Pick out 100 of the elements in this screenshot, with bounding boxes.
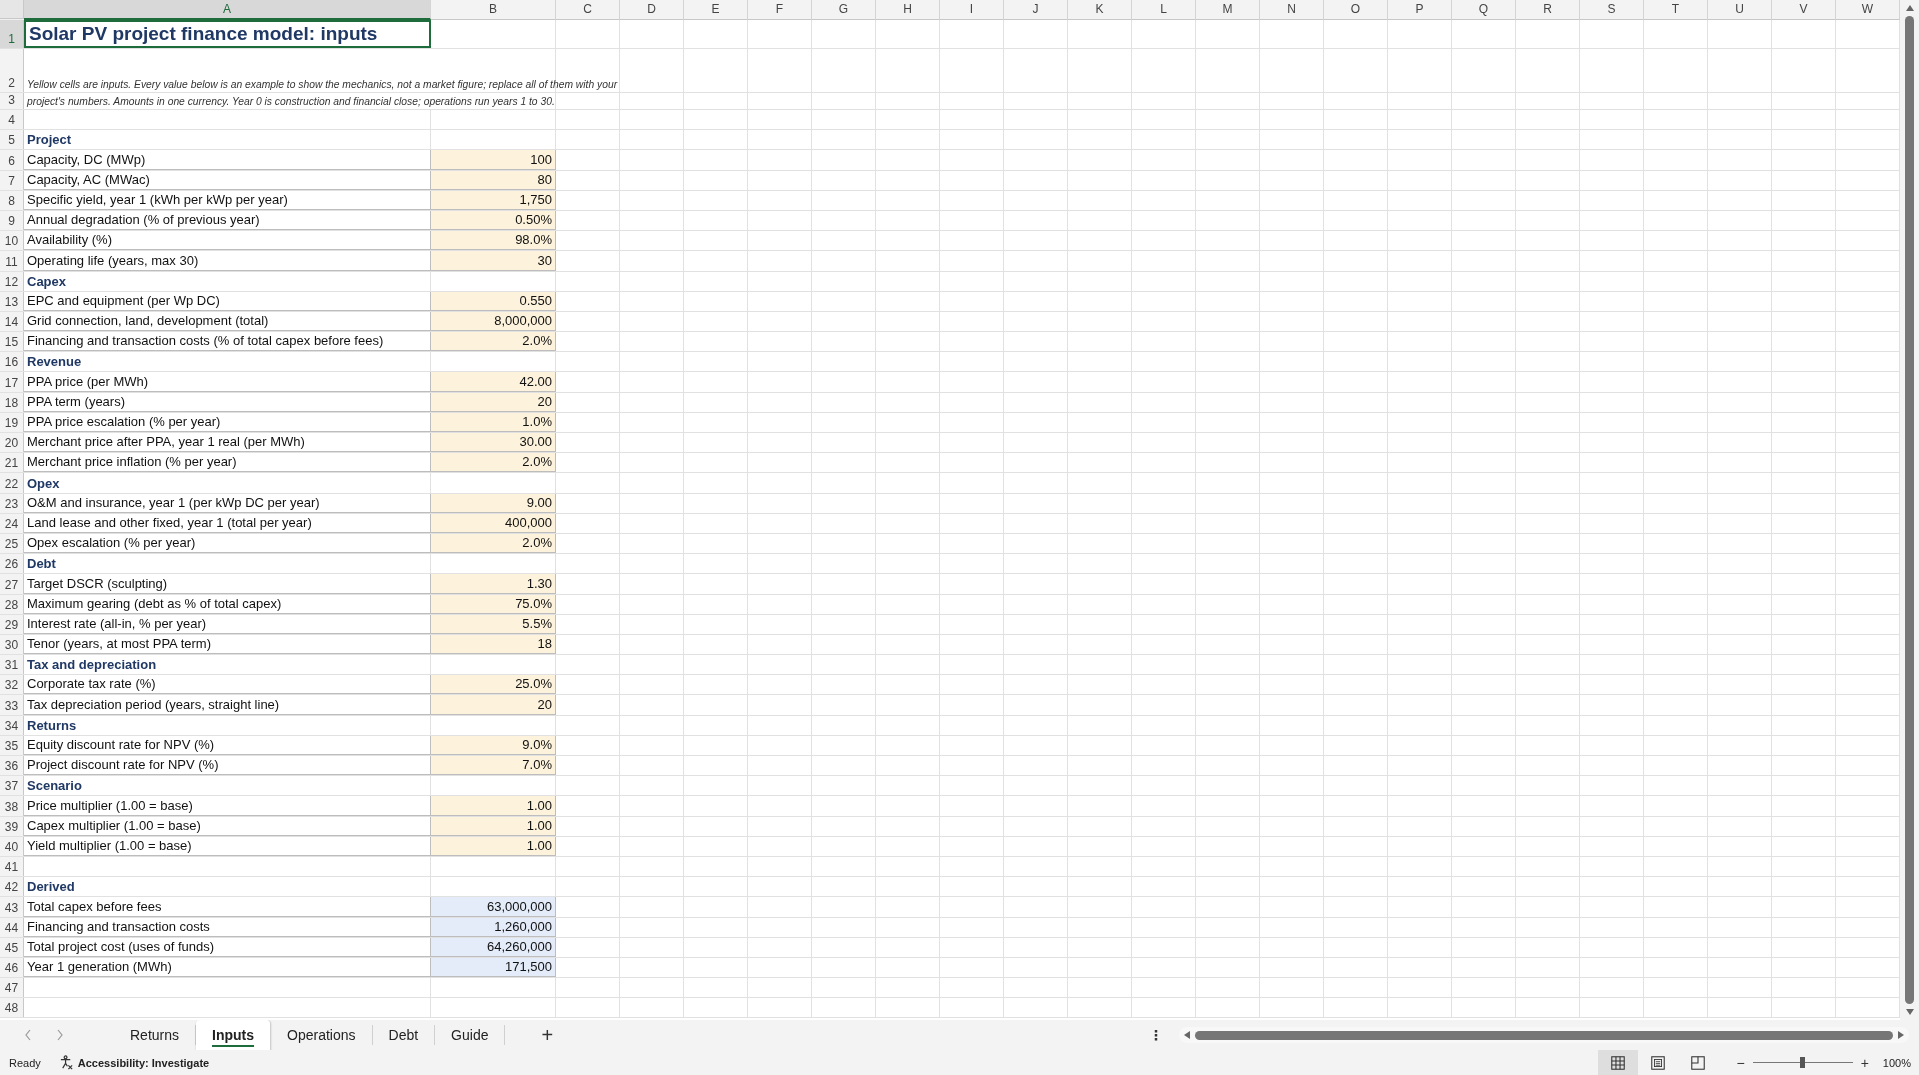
column-header[interactable]: E bbox=[684, 0, 748, 20]
row-header[interactable]: 40 bbox=[0, 836, 24, 856]
column-header[interactable]: F bbox=[748, 0, 812, 20]
input-cell[interactable]: 2.0% bbox=[431, 332, 556, 352]
row-header[interactable]: 2 bbox=[0, 49, 24, 92]
horizontal-scrollbar[interactable] bbox=[1179, 1027, 1909, 1043]
column-header[interactable]: J bbox=[1004, 0, 1068, 20]
column-header[interactable]: I bbox=[940, 0, 1004, 20]
row-header[interactable]: 33 bbox=[0, 695, 24, 715]
row-header[interactable]: 44 bbox=[0, 917, 24, 937]
input-cell[interactable]: 1.30 bbox=[431, 574, 556, 594]
column-header[interactable]: H bbox=[876, 0, 940, 20]
row-header[interactable]: 8 bbox=[0, 190, 24, 210]
row-header[interactable]: 20 bbox=[0, 433, 24, 453]
input-cell[interactable]: 25.0% bbox=[431, 675, 556, 695]
row-header[interactable]: 16 bbox=[0, 352, 24, 372]
row-header[interactable]: 6 bbox=[0, 150, 24, 170]
row-header[interactable]: 34 bbox=[0, 715, 24, 735]
column-header[interactable]: S bbox=[1580, 0, 1644, 20]
row-header[interactable]: 3 bbox=[0, 93, 24, 109]
row-header[interactable]: 31 bbox=[0, 655, 24, 675]
input-cell[interactable]: 100 bbox=[431, 150, 556, 170]
row-header[interactable]: 18 bbox=[0, 392, 24, 412]
add-sheet-button[interactable]: + bbox=[535, 1023, 560, 1047]
row-header[interactable]: 24 bbox=[0, 513, 24, 533]
sheet-tab[interactable]: Operations bbox=[271, 1025, 373, 1045]
row-header[interactable]: 15 bbox=[0, 332, 24, 352]
row-header[interactable]: 42 bbox=[0, 877, 24, 897]
column-header[interactable]: G bbox=[812, 0, 876, 20]
sheet-tab[interactable]: Debt bbox=[372, 1025, 436, 1045]
sheet-tab[interactable]: Inputs bbox=[196, 1020, 272, 1050]
column-header[interactable]: O bbox=[1324, 0, 1388, 20]
row-header[interactable]: 39 bbox=[0, 816, 24, 836]
row-header[interactable]: 27 bbox=[0, 574, 24, 594]
row-header[interactable]: 28 bbox=[0, 594, 24, 614]
row-header[interactable]: 11 bbox=[0, 251, 24, 271]
row-header[interactable]: 36 bbox=[0, 756, 24, 776]
row-header[interactable]: 29 bbox=[0, 614, 24, 634]
input-cell[interactable]: 2.0% bbox=[431, 453, 556, 473]
row-header[interactable]: 30 bbox=[0, 634, 24, 655]
row-header[interactable]: 4 bbox=[0, 110, 24, 130]
column-header[interactable]: P bbox=[1388, 0, 1452, 20]
column-header[interactable]: N bbox=[1260, 0, 1324, 20]
normal-view-button[interactable] bbox=[1598, 1050, 1639, 1075]
scrollbar-thumb[interactable] bbox=[1195, 1030, 1893, 1040]
row-header[interactable]: 48 bbox=[0, 998, 24, 1018]
scroll-down-icon[interactable] bbox=[1904, 1008, 1915, 1016]
column-header[interactable]: U bbox=[1708, 0, 1772, 20]
input-cell[interactable]: 20 bbox=[431, 695, 556, 715]
row-header[interactable]: 22 bbox=[0, 473, 24, 493]
row-header[interactable]: 21 bbox=[0, 453, 24, 473]
column-header[interactable]: L bbox=[1132, 0, 1196, 20]
column-header[interactable]: B bbox=[431, 0, 556, 20]
column-header[interactable]: T bbox=[1644, 0, 1708, 20]
sheet-tab[interactable]: Guide bbox=[435, 1025, 506, 1045]
input-cell[interactable]: 1.00 bbox=[431, 796, 556, 816]
zoom-out-button[interactable]: − bbox=[1732, 1054, 1749, 1071]
row-header[interactable]: 10 bbox=[0, 231, 24, 251]
column-header[interactable]: D bbox=[620, 0, 684, 20]
scrollbar-thumb[interactable] bbox=[1905, 16, 1914, 1004]
accessibility-icon[interactable] bbox=[58, 1055, 74, 1070]
row-header[interactable]: 7 bbox=[0, 170, 24, 190]
zoom-slider-thumb[interactable] bbox=[1799, 1057, 1805, 1068]
accessibility-status[interactable]: Accessibility: Investigate bbox=[77, 1056, 210, 1069]
column-header[interactable]: M bbox=[1196, 0, 1260, 20]
row-header[interactable]: 19 bbox=[0, 412, 24, 432]
zoom-level[interactable]: 100% bbox=[1882, 1056, 1911, 1069]
column-header[interactable]: W bbox=[1836, 0, 1900, 20]
input-cell[interactable]: 30 bbox=[431, 251, 556, 271]
row-header[interactable]: 26 bbox=[0, 554, 24, 574]
row-header[interactable]: 32 bbox=[0, 675, 24, 695]
scroll-left-icon[interactable] bbox=[1183, 1030, 1191, 1040]
row-header[interactable]: 14 bbox=[0, 311, 24, 332]
row-header[interactable]: 23 bbox=[0, 493, 24, 513]
scroll-up-icon[interactable] bbox=[1904, 4, 1915, 12]
row-header[interactable]: 47 bbox=[0, 978, 24, 998]
row-header[interactable]: 17 bbox=[0, 372, 24, 392]
row-header[interactable]: 38 bbox=[0, 796, 24, 816]
column-header[interactable]: C bbox=[556, 0, 620, 20]
row-header[interactable]: 9 bbox=[0, 210, 24, 231]
row-header[interactable]: 37 bbox=[0, 776, 24, 796]
row-header[interactable]: 43 bbox=[0, 897, 24, 917]
column-header[interactable]: V bbox=[1772, 0, 1836, 20]
row-header[interactable]: 13 bbox=[0, 291, 24, 311]
row-header[interactable]: 46 bbox=[0, 957, 24, 978]
row-header[interactable]: 5 bbox=[0, 130, 24, 150]
column-header[interactable]: R bbox=[1516, 0, 1580, 20]
scroll-right-icon[interactable] bbox=[1897, 1030, 1905, 1040]
vertical-scrollbar[interactable] bbox=[1900, 0, 1919, 1020]
more-options-button[interactable]: ⋮ bbox=[1145, 1027, 1167, 1043]
column-header[interactable]: K bbox=[1068, 0, 1132, 20]
row-header[interactable]: 12 bbox=[0, 271, 24, 291]
row-header[interactable]: 25 bbox=[0, 533, 24, 554]
input-cell[interactable]: 7.0% bbox=[431, 756, 556, 776]
row-header[interactable]: 1 bbox=[0, 20, 24, 48]
column-header[interactable]: Q bbox=[1452, 0, 1516, 20]
input-cell[interactable]: 42.00 bbox=[431, 372, 556, 392]
input-cell[interactable]: 98.0% bbox=[431, 231, 556, 251]
zoom-in-button[interactable]: + bbox=[1856, 1054, 1873, 1071]
row-header[interactable]: 45 bbox=[0, 937, 24, 957]
